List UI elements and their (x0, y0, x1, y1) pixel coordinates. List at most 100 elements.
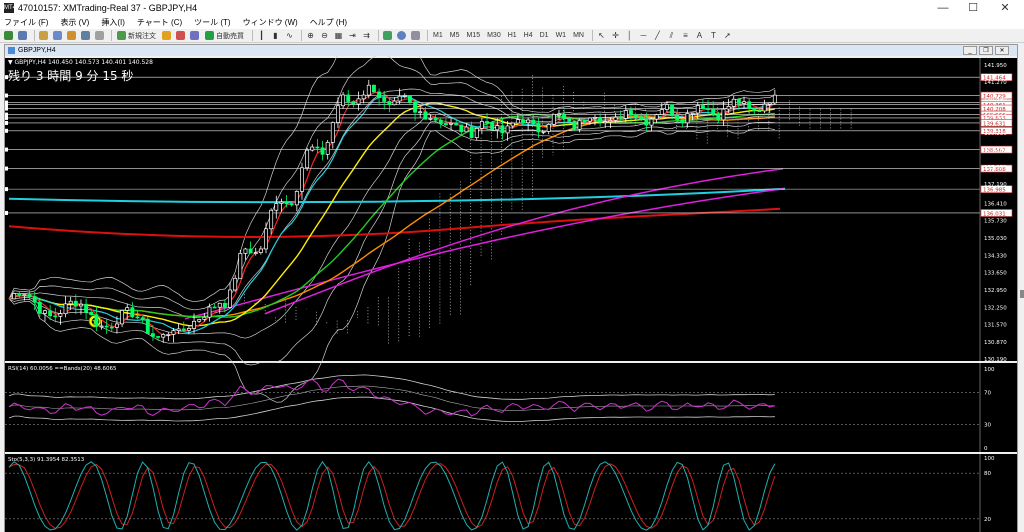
autotrade-button[interactable]: 自動売買 (203, 30, 246, 42)
level-line-handle[interactable] (5, 166, 8, 171)
level-line-handle[interactable] (5, 187, 8, 192)
line-chart-icon[interactable]: ∿ (284, 30, 295, 42)
chart-restore-button[interactable]: ❐ (979, 46, 993, 55)
candle-body (145, 318, 150, 334)
level-line-handle[interactable] (5, 128, 8, 133)
zoom-in-icon[interactable]: ⊕ (305, 30, 316, 42)
candle-body (68, 300, 73, 305)
level-line-handle[interactable] (5, 147, 8, 152)
timeframe-h1[interactable]: H1 (506, 30, 519, 42)
timeframe-m5[interactable]: M5 (448, 30, 462, 42)
candle-body (515, 119, 520, 124)
menu-tools[interactable]: ツール (T) (194, 17, 230, 28)
candle-body (469, 126, 474, 138)
vertical-line-icon[interactable]: │ (624, 30, 635, 42)
market-icon[interactable] (189, 30, 200, 42)
metaeditor-icon[interactable] (161, 30, 172, 42)
candle-body (181, 328, 186, 331)
candle-body (264, 228, 268, 250)
timeframe-m1[interactable]: M1 (431, 30, 445, 42)
candle-body (53, 315, 58, 318)
minimize-button[interactable]: — (928, 0, 958, 16)
tile-windows-icon[interactable]: ▦ (333, 30, 344, 42)
price-tick-label: 139.230 (984, 131, 1007, 137)
autoscroll-icon[interactable]: ⇉ (361, 30, 372, 42)
maximize-button[interactable]: ☐ (958, 0, 988, 16)
menu-help[interactable]: ヘルプ (H) (310, 17, 347, 28)
horizontal-line-icon[interactable]: ─ (638, 30, 649, 42)
templates-icon[interactable] (410, 30, 421, 42)
window-title: 47010157: XMTrading-Real 37 - GBPJPY,H4 (18, 3, 198, 13)
profiles-icon[interactable] (17, 30, 28, 42)
chart-canvas[interactable]: ✪ 141.464140.729140.448140.361140.208139… (5, 56, 1017, 532)
bar-chart-icon[interactable]: ┃ (256, 30, 267, 42)
title-bar: MT4 47010157: XMTrading-Real 37 - GBPJPY… (0, 0, 1024, 16)
candle-body (454, 122, 459, 126)
timeframe-m15[interactable]: M15 (464, 30, 482, 42)
stoch-tick-label: 80 (984, 471, 991, 477)
candle-body (27, 294, 32, 297)
menu-view[interactable]: 表示 (V) (60, 17, 89, 28)
chart-minimize-button[interactable]: _ (963, 46, 977, 55)
candle-body (99, 325, 104, 328)
candle-body (274, 203, 279, 211)
terminal-icon[interactable] (80, 30, 91, 42)
timeframe-h4[interactable]: H4 (522, 30, 535, 42)
level-price-label: 136.031 (983, 211, 1006, 217)
crosshair-icon[interactable]: ✛ (610, 30, 621, 42)
market-watch-icon[interactable] (38, 30, 49, 42)
level-line-handle[interactable] (5, 115, 8, 120)
chart-close-button[interactable]: ✕ (995, 46, 1009, 55)
candle-body (207, 306, 212, 318)
chart-scroll-thumb[interactable] (1020, 290, 1024, 298)
level-line-handle[interactable] (5, 106, 8, 111)
candle-body (284, 201, 289, 205)
data-window-icon[interactable] (52, 30, 63, 42)
chart-window-icon (8, 47, 15, 54)
candle-body (557, 113, 561, 116)
periods-icon[interactable] (396, 30, 407, 42)
arrows-icon[interactable]: ➚ (722, 30, 733, 42)
indicators-icon[interactable] (382, 30, 393, 42)
timeframe-mn[interactable]: MN (571, 30, 586, 42)
candle-body (161, 334, 166, 338)
tester-icon[interactable] (94, 30, 105, 42)
channel-icon[interactable]: ⫽ (666, 30, 677, 42)
text-icon[interactable]: A (694, 30, 705, 42)
fibonacci-icon[interactable]: ≡ (680, 30, 691, 42)
candle-body (449, 122, 453, 125)
signals-icon[interactable] (175, 30, 186, 42)
rsi-tick-label: 30 (984, 422, 991, 428)
label-icon[interactable]: T (708, 30, 719, 42)
candle-body (423, 111, 428, 120)
rsi-pane[interactable] (5, 363, 1017, 452)
level-line-handle[interactable] (5, 120, 8, 125)
chart-shift-icon[interactable]: ⇥ (347, 30, 358, 42)
new-order-button[interactable]: 新規注文 (115, 30, 158, 42)
candle-body (120, 310, 125, 325)
timeframe-d1[interactable]: D1 (538, 30, 551, 42)
candle-body (551, 113, 556, 125)
menu-window[interactable]: ウィンドウ (W) (243, 17, 298, 28)
level-line-handle[interactable] (5, 102, 8, 107)
timeframe-m30[interactable]: M30 (485, 30, 503, 42)
navigator-icon[interactable] (66, 30, 77, 42)
candle-body (186, 328, 191, 331)
timeframe-w1[interactable]: W1 (554, 30, 569, 42)
zoom-out-icon[interactable]: ⊖ (319, 30, 330, 42)
candle-body (371, 84, 376, 93)
menu-insert[interactable]: 挿入(I) (101, 17, 125, 28)
candle-body (135, 316, 140, 319)
price-tick-label: 141.950 (984, 63, 1007, 69)
trendline-icon[interactable]: ╱ (652, 30, 663, 42)
cursor-icon[interactable]: ↖ (596, 30, 607, 42)
candle-body (716, 114, 721, 121)
candlestick-icon[interactable]: ▮ (270, 30, 281, 42)
level-line-handle[interactable] (5, 93, 8, 98)
level-line-handle[interactable] (5, 210, 8, 215)
stochastic-pane[interactable] (5, 454, 1017, 532)
menu-chart[interactable]: チャート (C) (137, 17, 182, 28)
menu-file[interactable]: ファイル (F) (4, 17, 48, 28)
close-button[interactable]: ✕ (990, 0, 1020, 16)
new-chart-icon[interactable] (3, 30, 14, 42)
